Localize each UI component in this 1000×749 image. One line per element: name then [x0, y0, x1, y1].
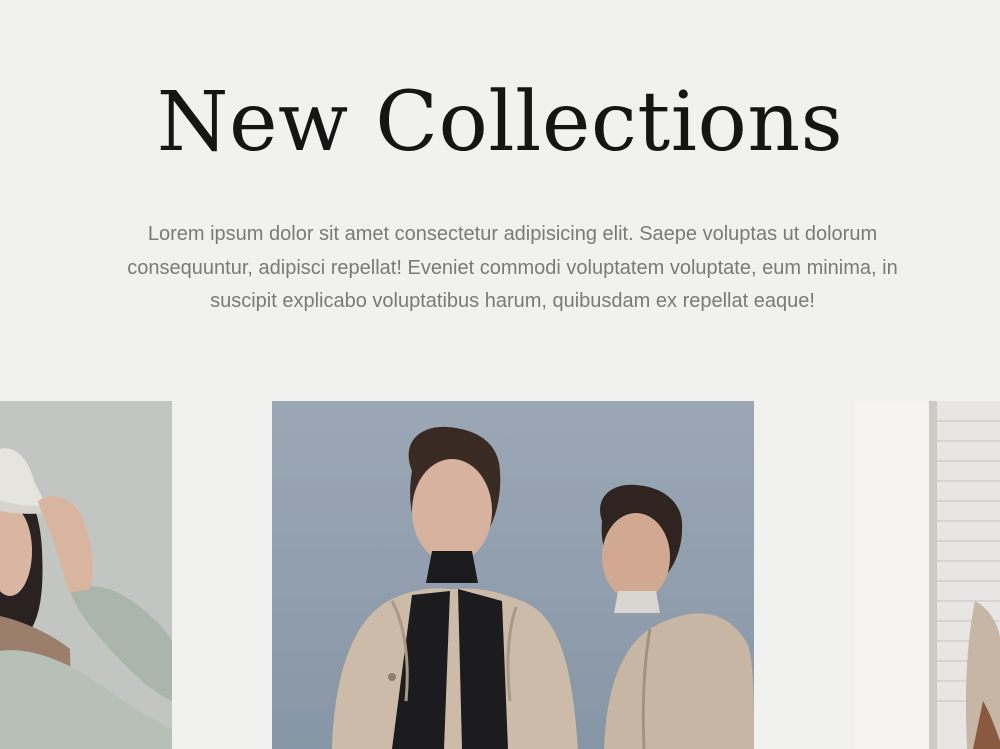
collection-photo-center[interactable]	[272, 401, 754, 749]
new-collections-section: New Collections Lorem ipsum dolor sit am…	[0, 0, 1000, 749]
two-models-in-trench-coats-image	[272, 401, 754, 749]
section-title: New Collections	[156, 75, 844, 170]
section-description: Lorem ipsum dolor sit amet consectetur a…	[127, 223, 898, 312]
collection-photo-right[interactable]	[855, 401, 1000, 749]
collection-photo-left[interactable]	[0, 401, 172, 749]
model-in-bucket-hat-image	[0, 401, 172, 749]
model-by-window-image	[855, 401, 1000, 749]
